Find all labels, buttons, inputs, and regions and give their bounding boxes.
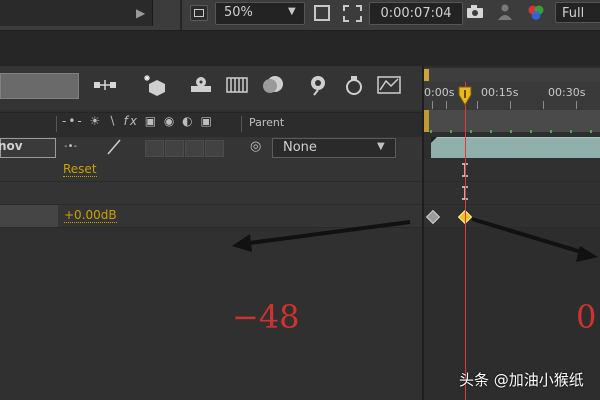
ruler-tick	[477, 101, 478, 109]
cache-indicator	[430, 130, 600, 133]
zoom-dropdown[interactable]: 50% ▼	[215, 2, 305, 25]
ruler-tick	[576, 101, 577, 109]
layer-duration-bar[interactable]	[431, 137, 600, 158]
tick-label: 00:15s	[481, 86, 519, 99]
parent-pickwhip-icon[interactable]: ◎	[250, 139, 261, 154]
transparency-grid-icon[interactable]	[343, 5, 362, 22]
frame-blending-icon[interactable]	[225, 74, 249, 96]
channel-icon[interactable]	[527, 4, 545, 22]
graph-editor-icon[interactable]	[342, 74, 366, 96]
region-of-interest-icon[interactable]	[313, 4, 330, 21]
property-row	[0, 182, 422, 205]
reset-link[interactable]: Reset	[63, 162, 97, 177]
panel-separator	[0, 31, 600, 66]
timeline-row	[424, 182, 600, 205]
toolbar-divider	[180, 0, 182, 30]
frame-blend-switch[interactable]	[165, 140, 184, 157]
draft-3d-icon[interactable]	[143, 74, 167, 96]
chevron-down-icon: ▼	[288, 6, 296, 17]
parent-column-label: Parent	[249, 116, 285, 129]
work-area-bar[interactable]	[424, 110, 600, 132]
column-divider	[56, 116, 57, 132]
property-name-block	[0, 205, 58, 227]
layer-in-point-marker	[431, 137, 437, 143]
zoom-value: 50%	[224, 5, 253, 20]
viewer-left-panel	[0, 0, 153, 26]
column-divider	[241, 116, 242, 132]
tick-label: 00:30s	[548, 86, 586, 99]
chevron-down-icon: ▼	[377, 141, 385, 152]
parent-dropdown[interactable]: None ▼	[272, 138, 396, 158]
current-time-display[interactable]: 0:00:07:04	[369, 2, 463, 25]
time-navigator[interactable]	[424, 68, 600, 82]
empty-layer-area	[0, 228, 422, 400]
composition-flowchart-icon[interactable]	[93, 74, 117, 96]
monitor-icon[interactable]	[190, 5, 208, 21]
current-time-indicator-line[interactable]	[465, 82, 466, 400]
annotation-value-left: −48	[232, 298, 300, 336]
watermark: 头条 @加油小猴纸	[459, 369, 584, 390]
work-area-start-handle[interactable]	[424, 110, 429, 132]
current-time-indicator-icon[interactable]	[457, 86, 473, 106]
watermark-text: 头条 @加油小猴纸	[459, 371, 584, 389]
annotation-value-right: 0	[576, 298, 597, 336]
resolution-dropdown[interactable]: Full	[555, 2, 600, 23]
hide-shy-layers-icon[interactable]	[189, 74, 213, 96]
tick-label: 0:00s	[424, 86, 455, 99]
timeline-row	[424, 205, 600, 228]
time-navigator-start-handle[interactable]	[424, 69, 429, 81]
ruler-tick	[510, 101, 511, 109]
timeline-row	[424, 159, 600, 182]
parent-dropdown-value: None	[283, 140, 317, 155]
layer-name: nov	[0, 139, 23, 153]
effect-switch[interactable]	[145, 140, 164, 157]
audio-levels-value[interactable]: +0.00dB	[64, 208, 117, 223]
motion-blur-switch[interactable]	[185, 140, 204, 157]
ruler-tick	[432, 101, 433, 109]
show-snapshot-icon[interactable]	[498, 4, 512, 20]
adjustment-switch[interactable]	[205, 140, 224, 157]
graph-editor-toggle-icon[interactable]	[377, 74, 401, 96]
brainstorm-icon[interactable]	[306, 74, 330, 96]
snapshot-camera-icon[interactable]	[467, 5, 483, 18]
ruler-tick	[543, 101, 544, 109]
motion-blur-icon[interactable]	[261, 74, 285, 96]
search-input[interactable]	[0, 73, 79, 99]
ruler-tick	[446, 101, 447, 109]
layer-switches-header: -•- ☀ ∖ fx ▣ ◉ ◐ ▣	[62, 114, 214, 128]
quality-switch-icon[interactable]	[106, 139, 122, 155]
shy-switch[interactable]: -•-	[64, 141, 77, 152]
expand-right-icon[interactable]: ▶	[136, 6, 145, 20]
